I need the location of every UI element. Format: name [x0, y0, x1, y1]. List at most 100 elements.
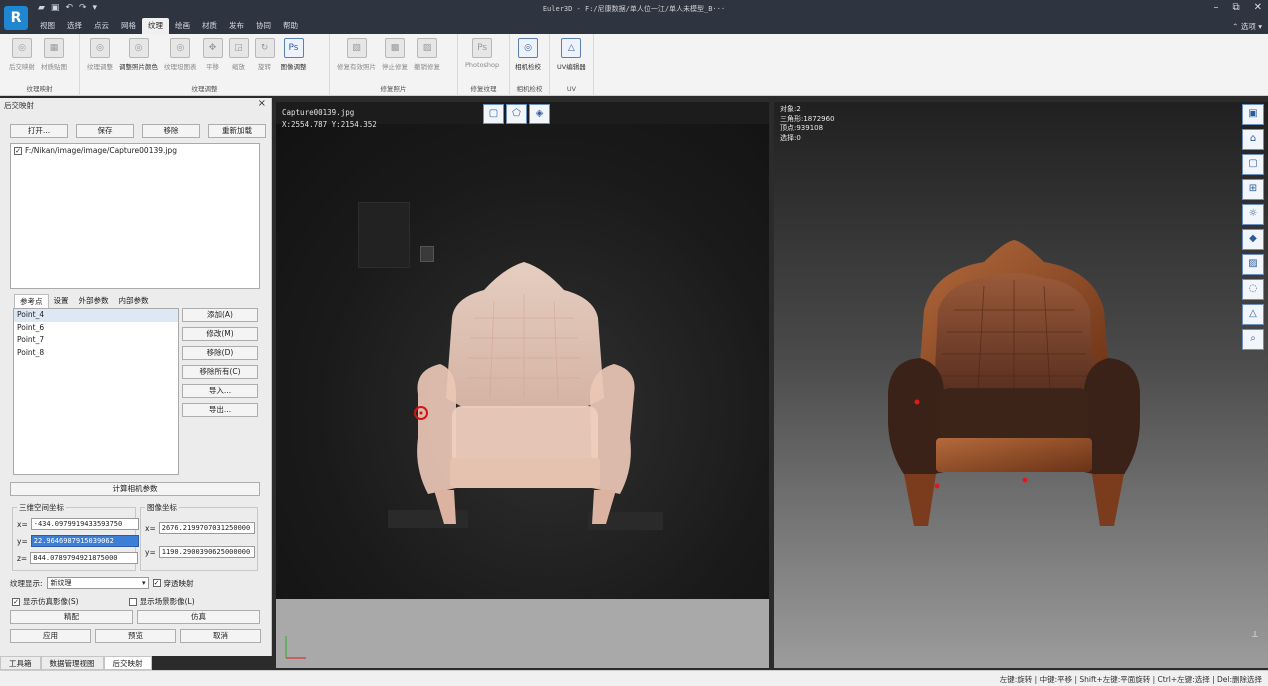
uv-editor-button[interactable]: △ UV编辑器 [554, 38, 589, 71]
group-title: 三维空间坐标 [17, 502, 66, 513]
add-point-button[interactable]: 添加(A) [182, 308, 258, 322]
close-icon[interactable]: × [258, 98, 266, 109]
open-button[interactable]: 打开... [10, 124, 68, 138]
tab-pointcloud[interactable]: 点云 [88, 18, 115, 34]
remove-point-button[interactable]: 移除(D) [182, 346, 258, 360]
tab-data-manager[interactable]: 数据管理视图 [40, 656, 104, 670]
axis-gizmo-icon: ⟂ [1251, 630, 1258, 640]
preview-button[interactable]: 预览 [95, 629, 176, 643]
warning-icon[interactable]: △ [1242, 304, 1264, 325]
camera-icon: ◎ [90, 38, 110, 58]
home-view-icon[interactable]: ⌂ [1242, 129, 1264, 150]
checkbox[interactable]: ✓ [14, 146, 22, 155]
stop-repair-button[interactable]: ▩ 停止修复 [379, 38, 411, 71]
material-map-button[interactable]: ▦ 材质贴图 [38, 38, 70, 71]
perspective-view-icon[interactable]: ▣ [1242, 104, 1264, 125]
tab-select[interactable]: 选择 [61, 18, 88, 34]
ribbon-group-uv: △ UV编辑器 UV [550, 34, 594, 96]
repair-valid-photo-button[interactable]: ▨ 修复有效照片 [334, 38, 379, 71]
reference-photo[interactable] [276, 124, 769, 599]
subtabs: 参考点 设置 外部参数 内部参数 [14, 294, 154, 308]
rotate-icon: ↻ [254, 38, 275, 58]
image-viewport[interactable]: Capture00139.jpg X:2554.787 Y:2154.352 ▢… [276, 102, 769, 668]
simulate-button[interactable]: 仿真 [137, 610, 260, 624]
maximize-button[interactable]: ⧉ [1232, 2, 1239, 13]
world-coordinates-group: 三维空间坐标 x= -434.0979919433593750 y= 22.9646… [12, 502, 139, 571]
texture-display-select[interactable]: 新纹理 ▾ [46, 577, 149, 589]
tab-internal-params[interactable]: 内部参数 [114, 294, 154, 308]
lasso-select-icon[interactable]: ⬠ [506, 104, 527, 124]
lasso-icon[interactable]: ◌ [1242, 279, 1264, 300]
world-x-field[interactable]: -434.0979919433593750 [30, 518, 139, 530]
remove-all-button[interactable]: 移除所有(C) [182, 365, 258, 379]
app-logo-icon[interactable]: R [4, 6, 28, 30]
world-z-field[interactable]: 844.0789794921875000 [30, 552, 139, 564]
photoshop-button[interactable]: Ps Photoshop [462, 38, 502, 69]
camera-calib-button[interactable]: ◎ 相机检校 [512, 38, 544, 71]
image-y-field[interactable]: 1190.2900390625000000 [158, 546, 255, 558]
minimize-button[interactable]: – [1213, 2, 1218, 13]
show-scene-image-checkbox[interactable]: 显示场景影像(L) [128, 596, 195, 607]
scene-stats: 对象:2 三角形:1872960 顶点:939108 选择:0 [780, 105, 835, 143]
tab-publish[interactable]: 发布 [223, 18, 250, 34]
model-viewport[interactable]: 对象:2 三角形:1872960 顶点:939108 选择:0 ▣ ⌂ ▢ ⊞ … [774, 102, 1268, 668]
photo-icon: ▨ [346, 38, 367, 58]
tab-collab[interactable]: 协同 [250, 18, 277, 34]
options-menu[interactable]: ⌃ 选项 ▾ [1232, 21, 1262, 32]
through-map-checkbox[interactable]: ✓ 穿透映射 [152, 578, 194, 589]
list-item[interactable]: Point_8 [14, 347, 178, 360]
undo-repair-button[interactable]: ▨ 撤销修复 [411, 38, 443, 71]
list-item[interactable]: Point_7 [14, 334, 178, 347]
cube-shaded-icon[interactable]: ◆ [1242, 229, 1264, 250]
list-item[interactable]: Point_6 [14, 322, 178, 335]
cancel-button[interactable]: 取消 [180, 629, 261, 643]
close-button[interactable]: ✕ [1254, 2, 1262, 13]
tab-paint[interactable]: 绘画 [169, 18, 196, 34]
texture-hatch-icon[interactable]: ▨ [1242, 254, 1264, 275]
triangle-count: 三角形:1872960 [780, 114, 835, 123]
export-button[interactable]: 导出... [182, 403, 258, 417]
rotate-button[interactable]: ↻ 旋转 [252, 38, 278, 71]
resection-panel: 后交映射 × 打开... 保存 移除 重新加载 ✓ F:/Nikan/image… [0, 98, 272, 656]
texture-chart-button[interactable]: ◎ 纹理坦图表 [161, 38, 200, 71]
apply-button[interactable]: 应用 [10, 629, 91, 643]
tab-resection[interactable]: 后交映射 [103, 656, 152, 670]
pan-button[interactable]: ✥ 平移 [200, 38, 226, 71]
rect-select-icon[interactable]: ▢ [483, 104, 504, 124]
modify-point-button[interactable]: 修改(M) [182, 327, 258, 341]
zoom-icon[interactable]: ⌕ [1242, 329, 1264, 350]
world-y-field[interactable]: 22.9646987915039062 [30, 535, 139, 547]
camera-view-icon[interactable]: ⊞ [1242, 179, 1264, 200]
tab-texture[interactable]: 纹理 [142, 18, 169, 34]
texture-adjust-button[interactable]: ◎ 纹理调整 [84, 38, 116, 71]
tab-toolbox[interactable]: 工具箱 [0, 656, 41, 670]
tab-mesh[interactable]: 网格 [115, 18, 142, 34]
compute-camera-params-button[interactable]: 计算相机参数 [10, 482, 260, 496]
list-item[interactable]: Point_4 [14, 309, 178, 322]
tab-material[interactable]: 材质 [196, 18, 223, 34]
image-x-field[interactable]: 2676.2199707031250000 [158, 522, 255, 534]
save-button[interactable]: 保存 [76, 124, 134, 138]
ribbon-group-texture-adjust: ◎ 纹理调整 ◎ 调整照片颜色 ◎ 纹理坦图表 ✥ 平移 ◲ 缩放 ↻ 旋转 Ps 图像调整 … [80, 34, 330, 96]
tab-reference-points[interactable]: 参考点 [14, 294, 49, 308]
point-list: Point_4 Point_6 Point_7 Point_8 [13, 308, 179, 475]
remove-button[interactable]: 移除 [142, 124, 200, 138]
list-item[interactable]: ✓ F:/Nikan/image/image/Capture00139.jpg [11, 144, 259, 157]
tab-view[interactable]: 视图 [34, 18, 61, 34]
tab-settings[interactable]: 设置 [49, 294, 74, 308]
front-view-icon[interactable]: ▢ [1242, 154, 1264, 175]
match-button[interactable]: 精配 [10, 610, 133, 624]
tab-external-params[interactable]: 外部参数 [74, 294, 114, 308]
resection-map-button[interactable]: ◎ 后交映射 [6, 38, 38, 71]
reload-button[interactable]: 重新加载 [208, 124, 266, 138]
eraser-icon[interactable]: ◈ [529, 104, 550, 124]
show-sim-image-checkbox[interactable]: ✓ 显示仿真影像(S) [12, 596, 79, 607]
armchair-model[interactable] [884, 240, 1144, 530]
scale-button[interactable]: ◲ 缩放 [226, 38, 252, 71]
adjust-photo-color-button[interactable]: ◎ 调整照片颜色 [116, 38, 161, 71]
light-icon[interactable]: ☼ [1242, 204, 1264, 225]
tab-help[interactable]: 帮助 [277, 18, 304, 34]
reference-point-marker[interactable] [412, 404, 430, 422]
image-adjust-button[interactable]: Ps 图像调整 [278, 38, 310, 71]
import-button[interactable]: 导入... [182, 384, 258, 398]
